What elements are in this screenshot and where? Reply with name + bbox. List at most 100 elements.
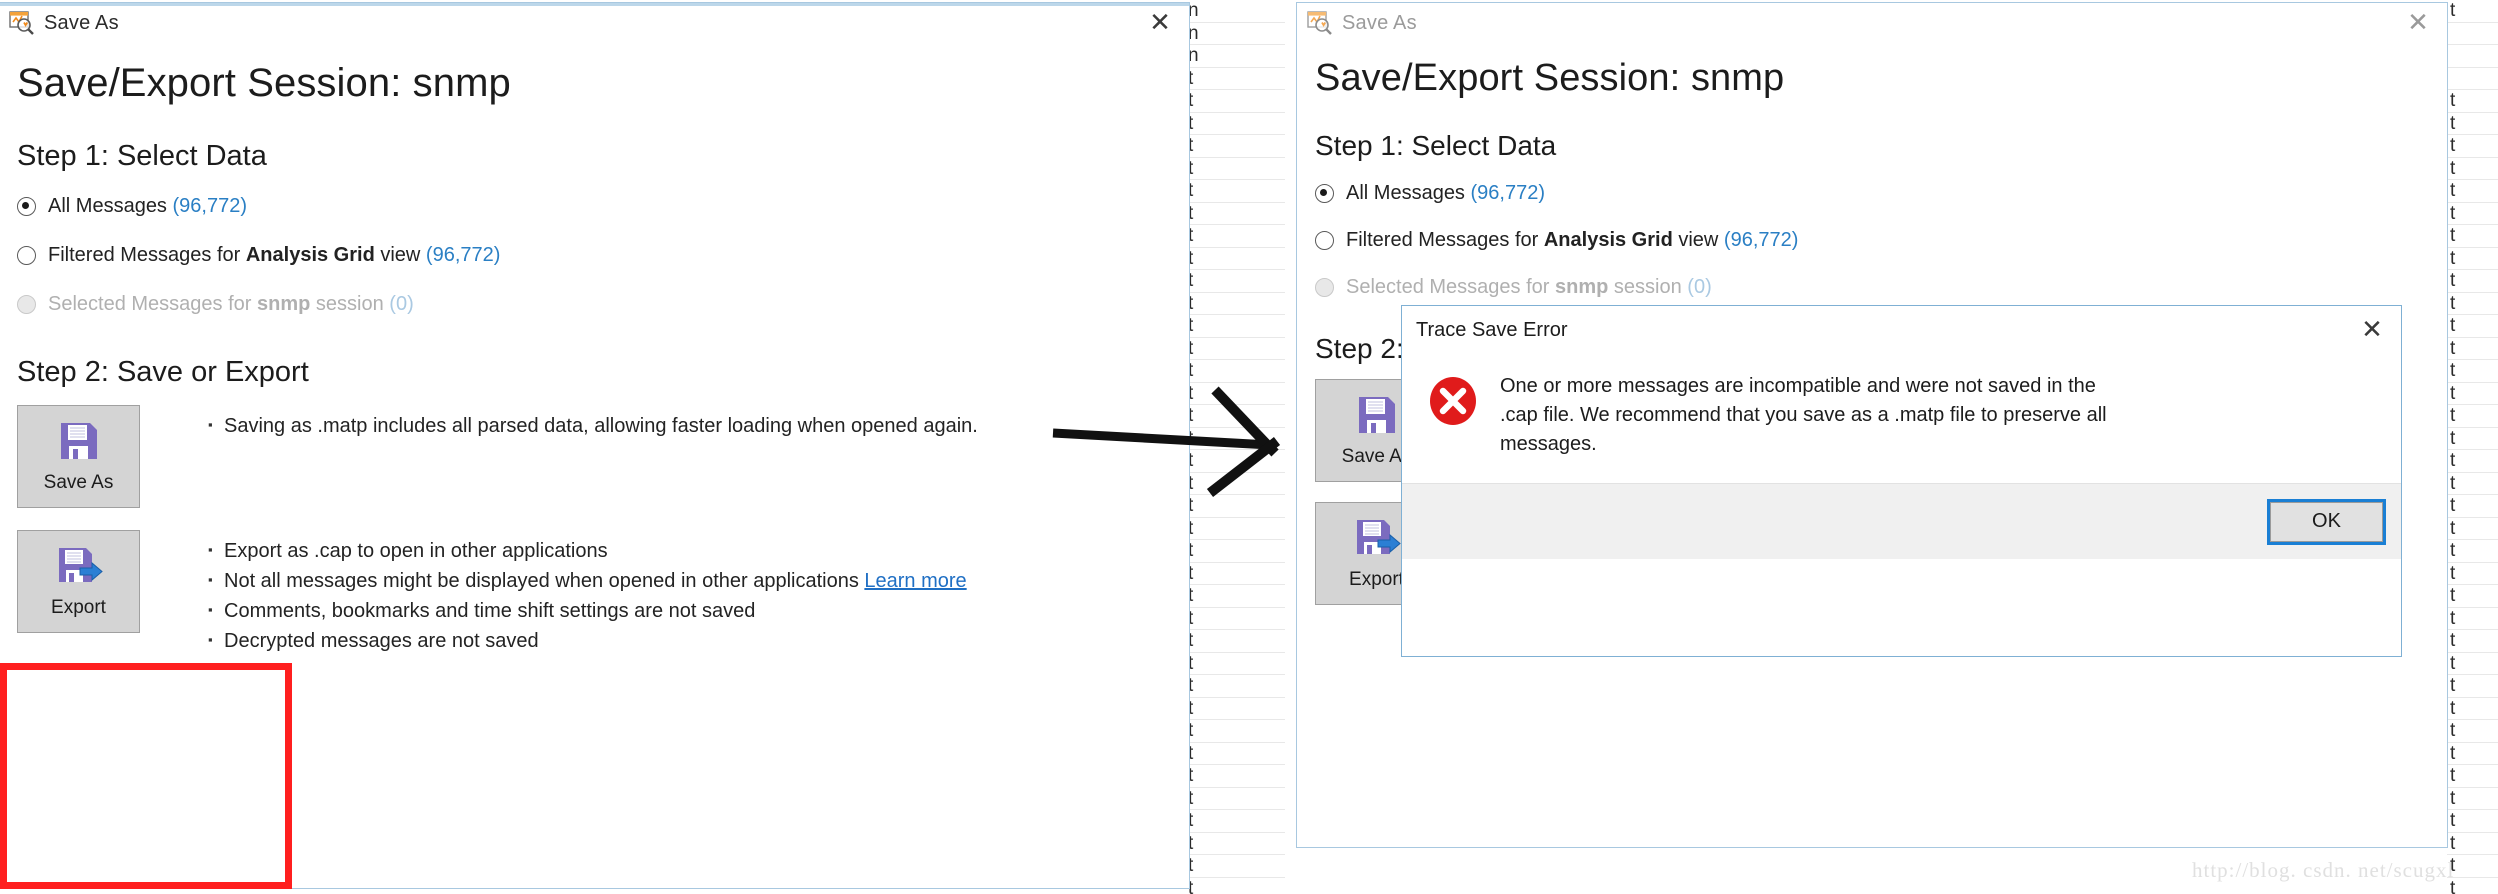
background-row: t: [2447, 158, 2498, 180]
background-row: t: [2447, 293, 2498, 315]
radio-option-all-messages[interactable]: All Messages (96,772): [17, 195, 1171, 218]
background-row: t: [1185, 203, 1285, 225]
export-bullets: Export as .cap to open in other applicat…: [168, 535, 967, 656]
save-as-option-block: Save As Saving as .matp includes all par…: [17, 405, 1171, 508]
background-row: t: [2447, 518, 2498, 540]
background-row: t: [1185, 855, 1285, 878]
radio-label-bold: snmp: [1555, 276, 1609, 298]
background-row: t: [2447, 855, 2498, 878]
error-footer: OK: [1402, 483, 2401, 559]
radio-label-suffix: session: [310, 293, 390, 315]
radio-label-bold: Analysis Grid: [245, 244, 375, 266]
background-grid-right: t t t t t t t t t t t t t t t t t t t t …: [2447, 0, 2498, 894]
export-button-label: Export: [1349, 569, 1404, 590]
background-row: t: [2447, 225, 2498, 248]
background-row: t: [1185, 293, 1285, 315]
background-row: n: [1185, 23, 1285, 45]
close-icon[interactable]: ✕: [1137, 6, 1183, 40]
floppy-disk-icon: [1355, 393, 1399, 442]
background-row: t: [1185, 720, 1285, 743]
message-count: (96,772): [1723, 229, 1799, 251]
bullet-text: Comments, bookmarks and time shift setti…: [224, 600, 756, 622]
bullet-item: Not all messages might be displayed when…: [208, 565, 967, 596]
background-row: t: [2447, 720, 2498, 743]
background-row: t: [1185, 68, 1285, 90]
background-row: t: [2447, 788, 2498, 810]
background-row: [2447, 23, 2498, 45]
bullet-item: Comments, bookmarks and time shift setti…: [208, 595, 967, 626]
background-row: t: [1185, 608, 1285, 630]
radio-label-suffix: view: [1672, 229, 1724, 251]
bullet-item: Decrypted messages are not saved: [208, 625, 967, 656]
save-as-button-label: Save As: [43, 472, 114, 493]
radio-indicator[interactable]: [1315, 184, 1334, 203]
background-row: t: [2447, 383, 2498, 405]
background-row: t: [2447, 675, 2498, 698]
learn-more-link[interactable]: Learn more: [864, 570, 966, 592]
radio-label-bold: Analysis Grid: [1543, 229, 1673, 251]
floppy-disk-export-icon: [55, 544, 103, 593]
background-row: t: [2447, 180, 2498, 203]
radio-label-text: All Messages: [48, 195, 167, 217]
radio-option-filtered-messages[interactable]: Filtered Messages for Analysis Grid view…: [1315, 229, 2429, 252]
export-button-label: Export: [51, 597, 106, 618]
background-row: t: [2447, 428, 2498, 450]
background-row: t: [2447, 360, 2498, 383]
background-row: t: [1185, 158, 1285, 180]
background-row: t: [1185, 135, 1285, 158]
flow-arrow: [1045, 345, 1295, 535]
bullet-item: Export as .cap to open in other applicat…: [208, 535, 967, 566]
background-row: [2447, 45, 2498, 68]
radio-option-filtered-messages[interactable]: Filtered Messages for Analysis Grid view…: [17, 244, 1171, 267]
radio-label: Selected Messages for snmp session (0): [48, 293, 414, 316]
background-row: t: [1185, 270, 1285, 293]
bullet-text: Export as .cap to open in other applicat…: [224, 540, 608, 562]
export-button[interactable]: Export: [17, 530, 140, 633]
export-option-block: Export Export as .cap to open in other a…: [17, 530, 1171, 656]
save-as-dialog-before: Save As ✕ Save/Export Session: snmp Step…: [0, 2, 1190, 889]
radio-indicator: [17, 295, 36, 314]
background-row: t: [2447, 405, 2498, 428]
radio-label-suffix: session: [1608, 276, 1688, 298]
background-row: t: [1185, 765, 1285, 788]
background-row: t: [1185, 878, 1285, 894]
background-row: t: [2447, 810, 2498, 833]
radio-option-all-messages[interactable]: All Messages (96,772): [1315, 182, 2429, 205]
error-title-bar: Trace Save Error ✕: [1402, 306, 2401, 354]
background-row: t: [2447, 203, 2498, 225]
background-row: t: [1185, 585, 1285, 608]
background-row: t: [2447, 765, 2498, 788]
background-row: t: [2447, 315, 2498, 338]
bullet-item: Saving as .matp includes all parsed data…: [208, 410, 978, 441]
background-row: t: [2447, 248, 2498, 270]
background-row: t: [2447, 563, 2498, 585]
radio-option-selected-messages: Selected Messages for snmp session (0): [1315, 276, 2429, 299]
background-row: t: [2447, 833, 2498, 855]
close-icon[interactable]: ✕: [2349, 313, 2395, 347]
save-as-button[interactable]: Save As: [17, 405, 140, 508]
background-row: t: [2447, 495, 2498, 518]
background-row: t: [1185, 810, 1285, 833]
dialog-body: Save/Export Session: snmp Step 1: Select…: [0, 61, 1189, 656]
radio-indicator: [1315, 278, 1334, 297]
radio-indicator[interactable]: [1315, 231, 1334, 250]
message-count: (0): [389, 293, 414, 315]
screenshot-root: n n n t t t t t t t t t t t t t t t t t …: [0, 0, 2498, 894]
radio-label-bold: snmp: [257, 293, 311, 315]
background-row: t: [2447, 0, 2498, 23]
background-row: t: [1185, 248, 1285, 270]
step1-heading: Step 1: Select Data: [17, 140, 267, 172]
background-row: n: [1185, 45, 1285, 68]
ok-button[interactable]: OK: [2267, 498, 2386, 545]
radio-label: Filtered Messages for Analysis Grid view…: [1346, 229, 1798, 252]
close-icon[interactable]: ✕: [2395, 6, 2441, 40]
background-row: t: [1185, 315, 1285, 338]
radio-label-text: Filtered Messages for: [48, 244, 246, 266]
radio-indicator[interactable]: [17, 197, 36, 216]
background-row: [2447, 68, 2498, 90]
background-row: t: [1185, 90, 1285, 113]
background-row: t: [1185, 630, 1285, 653]
radio-indicator[interactable]: [17, 246, 36, 265]
background-row: t: [2447, 338, 2498, 360]
radio-label-text: All Messages: [1346, 182, 1465, 204]
